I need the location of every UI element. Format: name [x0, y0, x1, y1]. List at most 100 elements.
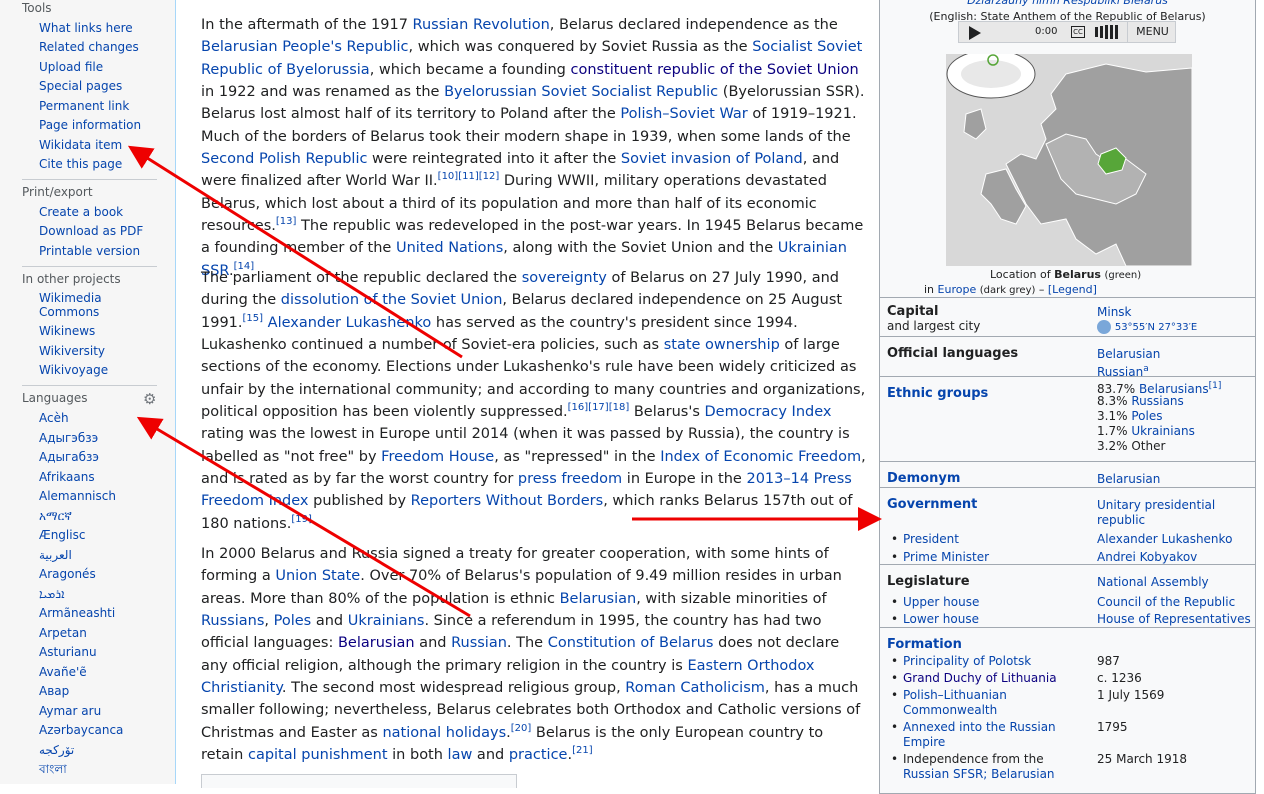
president-label[interactable]: President: [903, 532, 959, 546]
government-label[interactable]: Government: [887, 497, 977, 512]
sidebar-link-language[interactable]: تۆرکجه: [39, 743, 74, 757]
sidebar-link-tools[interactable]: Wikidata item: [39, 138, 122, 152]
article-link[interactable]: sovereignty: [522, 270, 607, 286]
citation-link[interactable]: [10][11][12]: [438, 172, 500, 183]
article-link[interactable]: Constitution of Belarus: [548, 635, 714, 651]
demonym-value[interactable]: Belarusian: [1097, 472, 1160, 487]
language-link-belarusian[interactable]: Belarusian: [1097, 347, 1160, 362]
sidebar-link-project[interactable]: Wikiversity: [39, 344, 105, 358]
article-link[interactable]: capital punishment: [248, 747, 388, 763]
article-link[interactable]: constituent republic of the Soviet Union: [571, 62, 859, 78]
sidebar-link-language[interactable]: বাংলা: [39, 762, 67, 776]
article-link[interactable]: practice: [509, 747, 568, 763]
ethnic-group-name[interactable]: Russians: [1131, 394, 1183, 408]
sidebar-link-language[interactable]: Адыгабзэ: [39, 450, 99, 464]
citation-link[interactable]: [15]: [243, 313, 264, 324]
sidebar-link-project[interactable]: Wikimedia Commons: [39, 291, 139, 319]
article-link[interactable]: Russians: [201, 613, 264, 629]
article-link[interactable]: Democracy Index: [704, 404, 831, 420]
languages-heading[interactable]: Languages: [22, 391, 87, 405]
government-value-1[interactable]: Unitary presidential: [1097, 498, 1215, 513]
article-link[interactable]: United Nations: [396, 240, 503, 256]
upper-house-label[interactable]: Upper house: [903, 595, 979, 609]
sidebar-link-tools[interactable]: Special pages: [39, 79, 122, 93]
sidebar-link-language[interactable]: العربية: [39, 548, 72, 562]
gear-icon[interactable]: ⚙: [143, 391, 159, 407]
volume-icon[interactable]: [1093, 25, 1121, 39]
upper-house-value[interactable]: Council of the Republic: [1097, 595, 1235, 610]
sidebar-link-language[interactable]: Acèh: [39, 411, 69, 425]
sidebar-link-print[interactable]: Printable version: [39, 244, 140, 258]
article-link[interactable]: Union State: [275, 568, 360, 584]
sidebar-link-language[interactable]: ܐܪܡܝܐ: [39, 587, 64, 601]
sidebar-link-language[interactable]: Ænglisc: [39, 528, 85, 542]
sidebar-link-language[interactable]: Asturianu: [39, 645, 97, 659]
anthem-title[interactable]: Dziaržaŭny himn Respubliki Biełaruś: [880, 0, 1255, 8]
article-link[interactable]: Poles: [274, 613, 312, 629]
sidebar-link-tools[interactable]: What links here: [39, 21, 133, 35]
other-projects-heading[interactable]: In other projects: [22, 272, 121, 286]
article-link[interactable]: Belarusian: [338, 635, 415, 651]
formation-event[interactable]: Annexed into the Russian: [903, 720, 1056, 734]
article-link[interactable]: Soviet invasion of Poland: [621, 151, 803, 167]
sidebar-link-language[interactable]: Avañe'ẽ: [39, 665, 87, 679]
article-link[interactable]: Reporters Without Borders: [411, 493, 604, 509]
formation-event-continued[interactable]: Empire: [903, 735, 945, 749]
player-menu-button[interactable]: MENU: [1127, 22, 1177, 42]
europe-link[interactable]: Europe: [938, 283, 977, 296]
citation-link[interactable]: [19]: [291, 514, 312, 525]
sidebar-link-print[interactable]: Download as PDF: [39, 224, 143, 238]
sidebar-link-language[interactable]: Afrikaans: [39, 470, 95, 484]
lower-house-value[interactable]: House of Representatives: [1097, 612, 1251, 627]
legislature-value[interactable]: National Assembly: [1097, 575, 1209, 590]
article-link[interactable]: law: [448, 747, 473, 763]
formation-event[interactable]: Polish–Lithuanian: [903, 688, 1007, 702]
article-link[interactable]: state ownership: [664, 337, 780, 353]
sidebar-link-tools[interactable]: Related changes: [39, 40, 139, 54]
sidebar-link-language[interactable]: Aymar aru: [39, 704, 101, 718]
citation-link[interactable]: [13]: [276, 216, 297, 227]
article-link[interactable]: Belarusian People's Republic: [201, 39, 409, 55]
article-link[interactable]: Polish–Soviet War: [620, 106, 747, 122]
article-link[interactable]: Russian Revolution: [413, 17, 550, 33]
sidebar-link-language[interactable]: Alemannisch: [39, 489, 116, 503]
closed-captions-icon[interactable]: CC: [1071, 26, 1085, 38]
formation-label[interactable]: Formation: [887, 637, 962, 652]
image-thumbnail[interactable]: [201, 774, 517, 788]
legend-link[interactable]: [Legend]: [1048, 283, 1097, 296]
tools-heading[interactable]: Tools: [22, 1, 52, 15]
citation-link[interactable]: [20]: [511, 723, 532, 734]
formation-event[interactable]: Grand Duchy of Lithuania: [903, 671, 1057, 685]
government-value-2[interactable]: republic: [1097, 513, 1145, 528]
article-link[interactable]: national holidays: [382, 725, 506, 741]
article-link[interactable]: dissolution of the Soviet Union: [281, 292, 503, 308]
article-link[interactable]: Second Polish Republic: [201, 151, 367, 167]
capital-coordinates[interactable]: 53°55′N 27°33′E: [1097, 319, 1197, 335]
article-link[interactable]: press freedom: [518, 471, 622, 487]
citation-link[interactable]: [16][17][18]: [568, 402, 630, 413]
location-map[interactable]: [946, 54, 1192, 266]
ethnic-groups-label[interactable]: Ethnic groups: [887, 386, 988, 401]
prime-minister-label[interactable]: Prime Minister: [903, 550, 989, 564]
sidebar-link-print[interactable]: Create a book: [39, 205, 123, 219]
ethnic-group-name[interactable]: Ukrainians: [1131, 424, 1195, 438]
ethnic-group-name[interactable]: Poles: [1131, 409, 1162, 423]
article-link[interactable]: Byelorussian Soviet Socialist Republic: [444, 84, 718, 100]
print-export-heading[interactable]: Print/export: [22, 185, 93, 199]
article-link[interactable]: Index of Economic Freedom: [660, 449, 861, 465]
sidebar-link-language[interactable]: Авар: [39, 684, 69, 698]
article-link[interactable]: Roman Catholicism: [625, 680, 765, 696]
lower-house-label[interactable]: Lower house: [903, 612, 979, 626]
formation-event[interactable]: Principality of Polotsk: [903, 654, 1031, 668]
sidebar-link-tools[interactable]: Page information: [39, 118, 141, 132]
sidebar-link-tools[interactable]: Upload file: [39, 60, 103, 74]
citation-link[interactable]: [21]: [572, 745, 593, 756]
sidebar-link-language[interactable]: Адыгэбзэ: [39, 431, 98, 445]
article-link[interactable]: Belarusian: [560, 591, 637, 607]
play-icon[interactable]: [969, 26, 981, 40]
formation-event-continued[interactable]: Commonwealth: [903, 703, 997, 717]
sidebar-link-language[interactable]: Aragonés: [39, 567, 96, 581]
sidebar-link-language[interactable]: Azərbaycanca: [39, 723, 123, 737]
article-link[interactable]: Ukrainians: [348, 613, 425, 629]
president-value[interactable]: Alexander Lukashenko: [1097, 532, 1232, 547]
